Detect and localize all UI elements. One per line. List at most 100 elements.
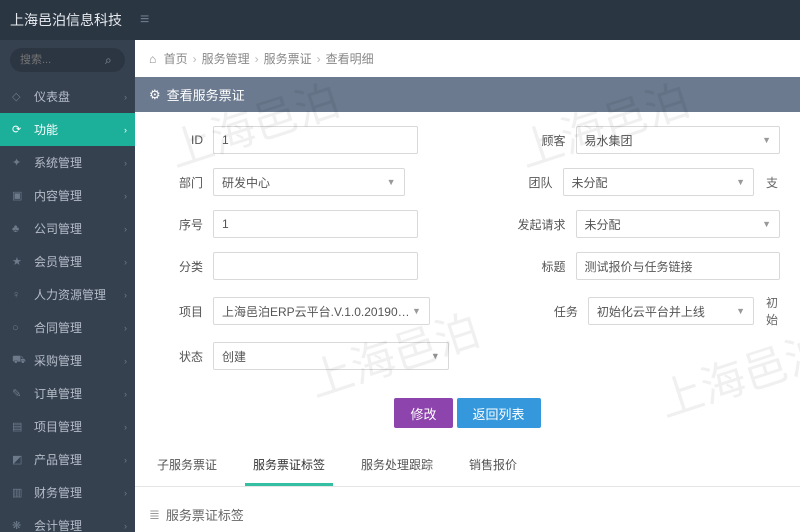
select-dept[interactable]: 研发中心▼ bbox=[213, 168, 405, 196]
label-origin: 发起请求 bbox=[518, 216, 576, 233]
sidebar-item-icon: ⛟ bbox=[12, 354, 28, 368]
chevron-right-icon: › bbox=[124, 290, 127, 300]
chevron-right-icon: › bbox=[317, 52, 321, 66]
chevron-right-icon: › bbox=[124, 488, 127, 498]
sidebar-menu: ◇仪表盘›⟳功能›✦系统管理›▣内容管理›♣公司管理›★会员管理›♀人力资源管理… bbox=[0, 80, 135, 532]
sidebar-item-label: 产品管理 bbox=[34, 451, 82, 468]
sidebar-item[interactable]: ★ 会员管理 › bbox=[0, 245, 135, 278]
sidebar-item[interactable]: ♣公司管理› bbox=[0, 212, 135, 245]
label-project: 项目 bbox=[155, 303, 213, 320]
sidebar-item-icon: ♀ bbox=[12, 289, 28, 301]
chevron-right-icon: › bbox=[124, 389, 127, 399]
sub-panel-title: ≣ 服务票证标签 bbox=[149, 501, 786, 532]
sidebar-item[interactable]: ❋ 会计管理 › bbox=[0, 509, 135, 532]
field-task: 任务 初始化云平台并上线▼ bbox=[530, 297, 754, 325]
sidebar-item[interactable]: ◇仪表盘› bbox=[0, 80, 135, 113]
tab[interactable]: 服务票证标签 bbox=[245, 446, 333, 486]
label-title: 标题 bbox=[518, 258, 576, 275]
sidebar-item-icon: ♣ bbox=[12, 223, 28, 235]
panel-title: 查看服务票证 bbox=[167, 85, 245, 104]
sidebar-item-label: 采购管理 bbox=[34, 352, 82, 369]
sidebar-item[interactable]: ○合同管理› bbox=[0, 311, 135, 344]
tab[interactable]: 销售报价 bbox=[461, 446, 525, 486]
sidebar-item[interactable]: ✦ 系统管理 › bbox=[0, 146, 135, 179]
tab-bar: 子服务票证服务票证标签服务处理跟踪销售报价 bbox=[135, 446, 800, 487]
form: ID 顾客 易水集团▼ 部门 研发中心▼ 团队 未分配▼ 支 序号 bbox=[135, 112, 800, 390]
select-task[interactable]: 初始化云平台并上线▼ bbox=[588, 297, 754, 325]
sidebar-item-icon: ❋ bbox=[12, 519, 28, 532]
breadcrumb-item[interactable]: 服务管理 bbox=[202, 52, 250, 66]
field-status: 状态 创建▼ bbox=[155, 342, 449, 370]
sidebar-item-label: 系统管理 bbox=[34, 154, 82, 171]
chevron-right-icon: › bbox=[124, 422, 127, 432]
sidebar-item-label: 仪表盘 bbox=[34, 88, 70, 105]
extra-label-1: 支 bbox=[754, 174, 780, 191]
chevron-down-icon: ▼ bbox=[412, 306, 421, 316]
chevron-right-icon: › bbox=[124, 125, 127, 135]
sidebar-item-label: 内容管理 bbox=[34, 187, 82, 204]
main-content: ⌂ 首页›服务管理›服务票证›查看明细 ⚙ 查看服务票证 ID 顾客 易水集团▼… bbox=[135, 40, 800, 532]
input-category[interactable] bbox=[213, 252, 418, 280]
back-button[interactable]: 返回列表 bbox=[457, 398, 541, 428]
top-bar: 上海邑泊信息科技 ≡ bbox=[0, 0, 800, 40]
sidebar-search: ⌕ bbox=[0, 40, 135, 80]
select-customer[interactable]: 易水集团▼ bbox=[576, 126, 781, 154]
tab[interactable]: 服务处理跟踪 bbox=[353, 446, 441, 486]
field-title: 标题 bbox=[518, 252, 781, 280]
sidebar-item-icon: ◩ bbox=[12, 453, 28, 466]
field-category: 分类 bbox=[155, 252, 418, 280]
search-icon[interactable]: ⌕ bbox=[105, 53, 112, 68]
extra-label-2: 初始 bbox=[754, 294, 780, 328]
sidebar-item-icon: ★ bbox=[12, 255, 28, 268]
label-team: 团队 bbox=[505, 174, 563, 191]
tab[interactable]: 子服务票证 bbox=[149, 446, 225, 486]
select-status[interactable]: 创建▼ bbox=[213, 342, 449, 370]
chevron-down-icon: ▼ bbox=[736, 177, 745, 187]
input-title[interactable] bbox=[576, 252, 781, 280]
sidebar-item[interactable]: ⟳功能› bbox=[0, 113, 135, 146]
field-origin: 发起请求 未分配▼ bbox=[518, 210, 781, 238]
sidebar-item[interactable]: ▥财务管理› bbox=[0, 476, 135, 509]
chevron-down-icon: ▼ bbox=[762, 219, 771, 229]
sidebar-item[interactable]: ◩产品管理› bbox=[0, 443, 135, 476]
sidebar-item-label: 会计管理 bbox=[34, 517, 82, 532]
edit-button[interactable]: 修改 bbox=[394, 398, 452, 428]
select-project[interactable]: 上海邑泊ERP云平台.V.1.0.20190316.▼ bbox=[213, 297, 430, 325]
sidebar-item[interactable]: ▤ 项目管理 › bbox=[0, 410, 135, 443]
breadcrumb: ⌂ 首页›服务管理›服务票证›查看明细 bbox=[135, 40, 800, 77]
sidebar-item-label: 项目管理 bbox=[34, 418, 82, 435]
breadcrumb-item[interactable]: 服务票证 bbox=[264, 52, 312, 66]
field-dept: 部门 研发中心▼ bbox=[155, 168, 405, 196]
label-category: 分类 bbox=[155, 258, 213, 275]
select-origin[interactable]: 未分配▼ bbox=[576, 210, 781, 238]
chevron-right-icon: › bbox=[124, 257, 127, 267]
breadcrumb-item[interactable]: 首页 bbox=[164, 52, 188, 66]
chevron-right-icon: › bbox=[193, 52, 197, 66]
sidebar-item[interactable]: ✎订单管理› bbox=[0, 377, 135, 410]
list-icon: ≣ bbox=[149, 507, 160, 523]
sidebar-item[interactable]: ♀人力资源管理› bbox=[0, 278, 135, 311]
button-row: 修改 返回列表 bbox=[135, 390, 800, 446]
field-team: 团队 未分配▼ bbox=[505, 168, 755, 196]
sub-panel: ≣ 服务票证标签 标签标识标签标签类型 1邑泊云产品查看删除2修改缺陷售后服务查… bbox=[135, 487, 800, 532]
sidebar-item[interactable]: ⛟采购管理› bbox=[0, 344, 135, 377]
sidebar-item-icon: ▣ bbox=[12, 189, 28, 202]
label-status: 状态 bbox=[155, 348, 213, 365]
field-seq: 序号 bbox=[155, 210, 418, 238]
chevron-right-icon: › bbox=[124, 158, 127, 168]
input-id[interactable] bbox=[213, 126, 418, 154]
label-dept: 部门 bbox=[155, 174, 213, 191]
sidebar-item[interactable]: ▣ 内容管理 › bbox=[0, 179, 135, 212]
chevron-right-icon: › bbox=[124, 521, 127, 531]
sidebar-item-icon: ▤ bbox=[12, 420, 28, 433]
home-icon[interactable]: ⌂ bbox=[149, 52, 156, 66]
chevron-right-icon: › bbox=[255, 52, 259, 66]
input-seq[interactable] bbox=[213, 210, 418, 238]
chevron-down-icon: ▼ bbox=[387, 177, 396, 187]
sidebar-item-label: 会员管理 bbox=[34, 253, 82, 270]
menu-toggle-icon[interactable]: ≡ bbox=[140, 11, 149, 29]
chevron-right-icon: › bbox=[124, 191, 127, 201]
sidebar-item-icon: ✦ bbox=[12, 156, 28, 169]
select-team[interactable]: 未分配▼ bbox=[563, 168, 755, 196]
sidebar-item-icon: ◇ bbox=[12, 90, 28, 103]
